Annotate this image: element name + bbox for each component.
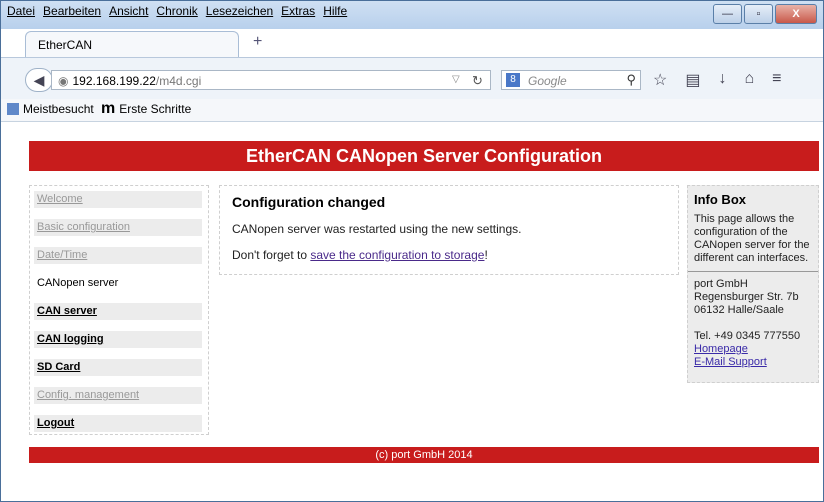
company-phone: Tel. +49 0345 777550 [694, 330, 801, 342]
bookmark-star-icon[interactable]: ☆ [653, 70, 667, 90]
sidebar-item-canopen-server: CANopen server [37, 277, 119, 289]
new-tab-button[interactable]: + [253, 33, 262, 51]
bookmarks-toolbar: Meistbesucht m Erste Schritte [1, 99, 823, 122]
sidebar-item-welcome[interactable]: Welcome [34, 191, 202, 208]
bookmark-label: Meistbesucht [23, 102, 94, 116]
email-support-link[interactable]: E-Mail Support [694, 356, 767, 368]
bookmark-erste-schritte[interactable]: m Erste Schritte [101, 100, 192, 117]
tab-ethercan[interactable]: EtherCAN [25, 31, 239, 57]
main-content: Configuration changed CANopen server was… [219, 185, 679, 275]
downloads-icon[interactable]: ↓ [718, 70, 726, 90]
save-configuration-link[interactable]: save the configuration to storage [310, 248, 484, 262]
sidebar-nav: Welcome Basic configuration Date/Time CA… [29, 185, 209, 435]
info-box: Info Box This page allows the configurat… [687, 185, 819, 383]
menu-hamburger-icon[interactable]: ≡ [772, 70, 781, 90]
search-bar[interactable]: 8 Google ⚲ [501, 70, 641, 90]
url-bar[interactable]: ◉ 192.168.199.22/m4d.cgi ▽ ↻ [51, 70, 491, 90]
info-box-title: Info Box [694, 192, 746, 207]
close-button[interactable]: X [775, 4, 817, 24]
reload-icon[interactable]: ↻ [472, 73, 483, 89]
info-box-text: This page allows the configuration of th… [694, 213, 810, 264]
menu-datei[interactable]: Datei [7, 4, 35, 18]
bookmark-meistbesucht[interactable]: Meistbesucht [7, 102, 94, 116]
menu-chronik[interactable]: Chronik [156, 4, 197, 18]
globe-icon: ◉ [58, 74, 69, 88]
navigation-bar: ◀ ◉ 192.168.199.22/m4d.cgi ▽ ↻ 8 Google ⚲… [1, 57, 823, 100]
company-name: port GmbH [694, 278, 748, 290]
menu-bearbeiten[interactable]: Bearbeiten [43, 4, 101, 18]
info-box-divider [688, 271, 818, 272]
menu-extras[interactable]: Extras [281, 4, 315, 18]
save-reminder-suffix: ! [484, 248, 488, 262]
save-reminder-prefix: Don't forget to [232, 248, 311, 262]
sidebar-item-config-management[interactable]: Config. management [34, 387, 202, 404]
minimize-button[interactable]: — [713, 4, 742, 24]
maximize-button[interactable]: ▫ [744, 4, 773, 24]
sidebar-item-basic-configuration[interactable]: Basic configuration [34, 219, 202, 236]
mozilla-m-icon: m [101, 100, 116, 117]
menu-bar: Datei Bearbeiten Ansicht Chronik Lesezei… [7, 4, 347, 18]
back-arrow-icon: ◀ [33, 71, 45, 88]
page-title: EtherCAN CANopen Server Configuration [29, 141, 819, 171]
search-icon[interactable]: ⚲ [626, 72, 636, 88]
history-dropdown-icon[interactable]: ▽ [452, 74, 460, 85]
tab-title: EtherCAN [38, 38, 93, 52]
content-title: Configuration changed [232, 194, 386, 210]
title-bar: Datei Bearbeiten Ansicht Chronik Lesezei… [1, 1, 823, 29]
sidebar-item-can-logging[interactable]: CAN logging [34, 331, 202, 348]
company-city: 06132 Halle/Saale [694, 304, 784, 316]
home-icon[interactable]: ⌂ [744, 70, 754, 90]
back-button[interactable]: ◀ [25, 68, 53, 92]
toolbar-icons: ☆ ▤ ↓ ⌂ ≡ [653, 70, 781, 90]
sidebar-item-can-server[interactable]: CAN server [34, 303, 202, 320]
homepage-link[interactable]: Homepage [694, 343, 748, 355]
page-footer: (c) port GmbH 2014 [29, 447, 819, 463]
bookmark-folder-icon [7, 103, 19, 115]
bookmarks-menu-icon[interactable]: ▤ [685, 70, 700, 90]
web-page: EtherCAN CANopen Server Configuration We… [1, 122, 823, 501]
restart-message: CANopen server was restarted using the n… [232, 222, 522, 236]
save-reminder: Don't forget to save the configuration t… [232, 248, 666, 262]
search-engine-icon[interactable]: 8 [506, 73, 520, 87]
menu-lesezeichen[interactable]: Lesezeichen [206, 4, 273, 18]
window-controls: — ▫ X [713, 4, 817, 24]
search-placeholder: Google [528, 74, 567, 88]
company-street: Regensburger Str. 7b [694, 291, 799, 303]
sidebar-item-date-time[interactable]: Date/Time [34, 247, 202, 264]
url-path: /m4d.cgi [155, 74, 202, 88]
bookmark-label: Erste Schritte [119, 102, 192, 116]
url-host: 192.168.199.22 [72, 74, 156, 88]
sidebar-item-logout[interactable]: Logout [34, 415, 202, 432]
menu-ansicht[interactable]: Ansicht [109, 4, 148, 18]
menu-hilfe[interactable]: Hilfe [323, 4, 347, 18]
sidebar-item-sd-card[interactable]: SD Card [34, 359, 202, 376]
browser-window: Datei Bearbeiten Ansicht Chronik Lesezei… [0, 0, 824, 502]
